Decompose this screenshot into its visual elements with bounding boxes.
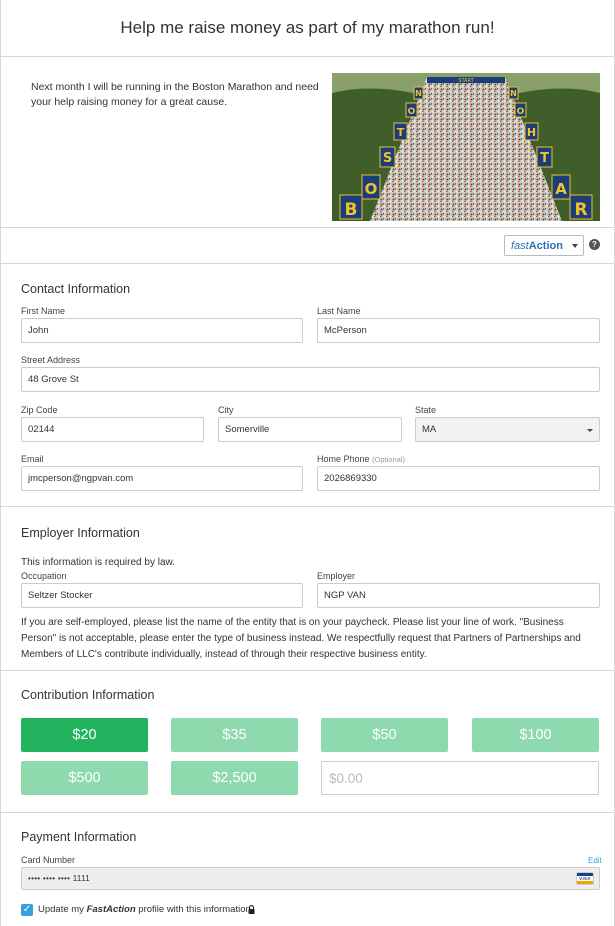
state-value: MA <box>422 424 437 435</box>
occupation-label: Occupation <box>21 571 67 581</box>
first-name-field[interactable]: John <box>21 318 303 343</box>
banner-letter: N <box>510 89 517 98</box>
amount-button-100[interactable]: $100 <box>472 718 599 752</box>
email-label: Email <box>21 454 44 464</box>
amount-button-35[interactable]: $35 <box>171 718 298 752</box>
contribution-title: Contribution Information <box>21 688 155 702</box>
page-title: Help me raise money as part of my marath… <box>120 18 495 37</box>
banner-letter: B <box>345 200 358 220</box>
update-fastaction-word: FastAction <box>86 904 136 915</box>
visa-card-brand: VISA <box>577 876 593 881</box>
contact-section: Contact Information First Name John Last… <box>1 264 614 507</box>
card-number-masked: •••• •••• •••• 1111 <box>28 874 90 883</box>
employer-title: Employer Information <box>21 526 140 540</box>
hero-description: Next month I will be running in the Bost… <box>31 81 319 108</box>
card-number-label: Card Number <box>21 855 76 865</box>
update-prefix: Update my <box>38 904 87 915</box>
banner-letter: T <box>397 126 405 139</box>
last-name-label: Last Name <box>317 306 361 316</box>
marathon-photo: START N O T S O B N O H T A R <box>332 73 600 221</box>
fastaction-logo-action: Action <box>528 239 563 252</box>
employer-instructions: If you are self-employed, please list th… <box>21 617 581 660</box>
city-field[interactable]: Somerville <box>218 417 402 442</box>
employer-field[interactable]: NGP VAN <box>317 583 600 608</box>
home-phone-label: Home Phone (Optional) <box>317 454 405 464</box>
update-profile-label: Update my FastAction profile with this i… <box>38 904 253 915</box>
help-icon[interactable]: ? <box>589 239 600 250</box>
zip-code-label: Zip Code <box>21 405 58 415</box>
start-banner-label: START <box>458 78 474 84</box>
banner-letter: N <box>415 89 422 98</box>
banner-letter: H <box>527 126 536 139</box>
chevron-down-icon <box>572 244 578 248</box>
zip-code-field[interactable]: 02144 <box>21 417 204 442</box>
banner-letter: R <box>574 200 587 220</box>
amount-button-500[interactable]: $500 <box>21 761 148 795</box>
fastaction-dropdown[interactable]: fast Action <box>504 235 584 256</box>
amount-button-20[interactable]: $20 <box>21 718 148 752</box>
employer-section: Employer Information This information is… <box>1 507 614 671</box>
amount-button-50[interactable]: $50 <box>321 718 448 752</box>
employer-label: Employer <box>317 571 356 581</box>
banner-letter: T <box>540 151 549 166</box>
home-phone-field[interactable]: 2026869330 <box>317 466 600 491</box>
marathon-photo-illustration: START N O T S O B N O H T A R <box>332 73 600 221</box>
fastaction-logo-fast: fast <box>511 239 529 252</box>
card-number-field[interactable]: •••• •••• •••• 1111 VISA <box>21 867 600 890</box>
fastaction-bar: fast Action ? <box>1 228 614 264</box>
donation-page: Help me raise money as part of my marath… <box>0 0 615 926</box>
update-suffix: profile with this information. <box>135 904 254 915</box>
other-amount-input[interactable]: $0.00 <box>321 761 599 795</box>
occupation-field[interactable]: Seltzer Stocker <box>21 583 303 608</box>
banner-letter: A <box>555 180 567 198</box>
lock-icon <box>248 905 255 914</box>
chevron-down-icon <box>587 429 593 432</box>
home-phone-label-text: Home Phone <box>317 454 370 464</box>
city-label: City <box>218 405 234 415</box>
page-header: Help me raise money as part of my marath… <box>1 0 614 57</box>
amount-button-2500[interactable]: $2,500 <box>171 761 298 795</box>
last-name-field[interactable]: McPerson <box>317 318 600 343</box>
street-address-field[interactable]: 48 Grove St <box>21 367 600 392</box>
state-label: State <box>415 405 437 415</box>
banner-letter: O <box>517 107 525 117</box>
street-address-label: Street Address <box>21 355 81 365</box>
email-field[interactable]: jmcperson@ngpvan.com <box>21 466 303 491</box>
update-profile-checkbox[interactable]: ✓ <box>21 904 33 916</box>
first-name-label: First Name <box>21 306 66 316</box>
banner-letter: O <box>365 180 378 198</box>
optional-tag: (Optional) <box>372 455 405 464</box>
visa-card-icon: VISA <box>576 872 594 885</box>
contact-title: Contact Information <box>21 282 131 296</box>
state-select[interactable]: MA <box>415 417 600 442</box>
payment-title: Payment Information <box>21 830 137 844</box>
edit-card-link[interactable]: Edit <box>588 856 602 865</box>
hero-section: Next month I will be running in the Bost… <box>1 57 614 228</box>
employer-law-note: This information is required by law. <box>21 557 175 568</box>
banner-letter: O <box>408 107 416 117</box>
banner-letter: S <box>383 151 392 166</box>
